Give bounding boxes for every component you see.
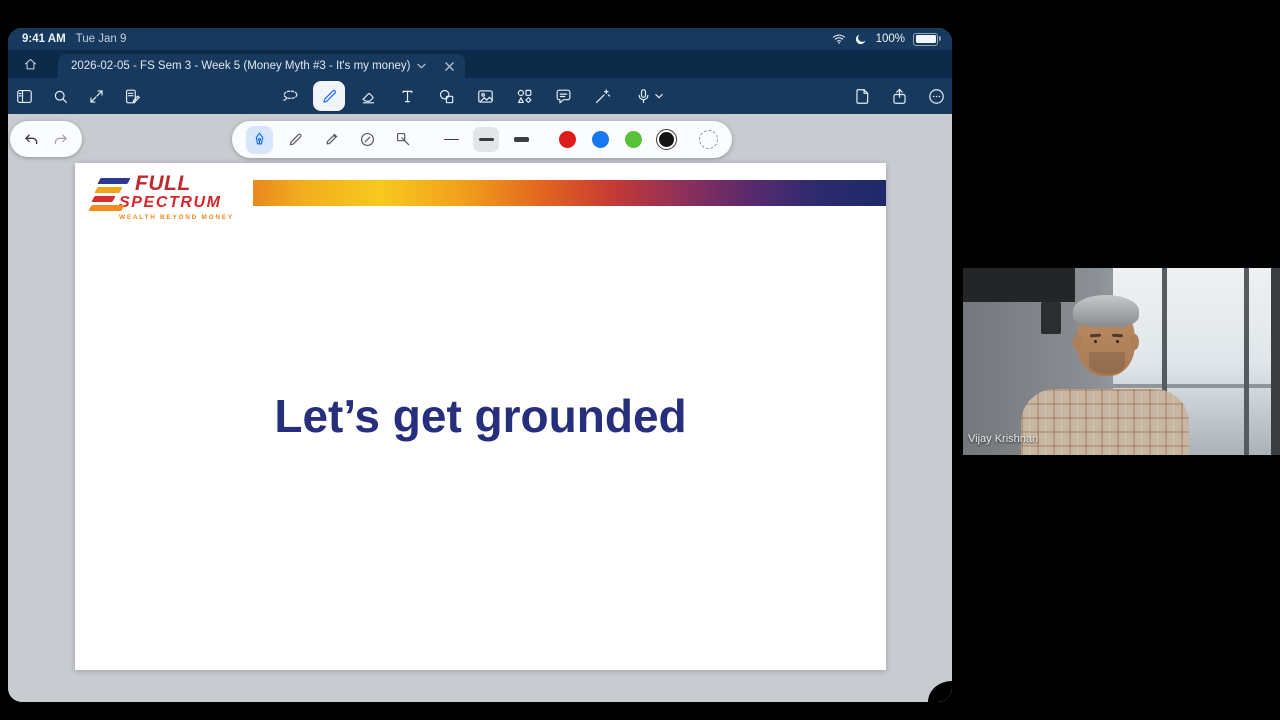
shape-pen-button[interactable] <box>354 126 381 154</box>
redo-button[interactable] <box>51 130 70 149</box>
lasso-tool[interactable] <box>274 81 306 111</box>
quick-note-icon[interactable] <box>118 82 146 110</box>
pointer-tool[interactable] <box>586 81 618 111</box>
participant-name-label: Vijay Krishnan <box>968 433 1039 445</box>
person-stubble <box>1089 352 1125 374</box>
more-icon[interactable] <box>922 82 950 110</box>
slide-page[interactable]: FULL SPECTRUM WEALTH BEYOND MONEY Let’s … <box>75 163 886 670</box>
brush-pen-button[interactable] <box>318 126 345 154</box>
image-tool[interactable] <box>469 81 501 111</box>
record-audio-button[interactable] <box>625 81 671 111</box>
logo-glyph-icon <box>88 178 133 212</box>
text-tool[interactable] <box>391 81 423 111</box>
color-blue-button[interactable] <box>588 128 612 152</box>
document-title: 2026-02-05 - FS Sem 3 - Week 5 (Money My… <box>71 60 411 72</box>
pen-style-toolbar <box>232 121 732 158</box>
expand-arrows-icon[interactable] <box>82 82 110 110</box>
window-rail <box>1113 384 1280 388</box>
pen-tool[interactable] <box>313 81 345 111</box>
ballpoint-pen-button[interactable] <box>282 126 309 154</box>
slide-title: Let’s get grounded <box>274 390 687 442</box>
color-black-button[interactable] <box>654 128 678 152</box>
undo-button[interactable] <box>22 130 41 149</box>
custom-color-button[interactable] <box>699 130 718 149</box>
wifi-icon <box>832 32 846 46</box>
chevron-down-icon <box>654 93 663 98</box>
fountain-pen-button[interactable] <box>246 125 273 154</box>
stroke-thin-button[interactable] <box>438 127 464 152</box>
chevron-down-icon[interactable] <box>417 63 427 70</box>
tab-close-icon[interactable] <box>445 61 455 71</box>
color-green-button[interactable] <box>621 128 645 152</box>
comment-tool[interactable] <box>547 81 579 111</box>
window-mullion <box>1244 268 1249 455</box>
tab-bar: 2026-02-05 - FS Sem 3 - Week 5 (Money My… <box>8 50 952 78</box>
document-tab[interactable]: 2026-02-05 - FS Sem 3 - Week 5 (Money My… <box>58 54 466 78</box>
fill-pen-button[interactable] <box>390 126 417 154</box>
speaker <box>1041 302 1061 334</box>
clock-time: 9:41 AM <box>22 33 66 45</box>
slide-banner-gradient <box>253 180 886 206</box>
page-curl[interactable] <box>928 681 952 702</box>
person-shirt <box>1021 389 1189 455</box>
shelf <box>963 268 1075 302</box>
home-button[interactable] <box>8 50 52 78</box>
sidebar-thumbnails-icon[interactable] <box>10 82 38 110</box>
shared-ipad-screen: 9:41 AM Tue Jan 9 100% 2026-02-05 - FS S… <box>8 28 952 702</box>
note-canvas[interactable]: FULL SPECTRUM WEALTH BEYOND MONEY Let’s … <box>8 114 952 702</box>
person-eye <box>1116 340 1119 343</box>
search-icon[interactable] <box>46 82 74 110</box>
add-page-icon[interactable] <box>848 82 876 110</box>
stroke-thick-button[interactable] <box>508 127 534 152</box>
elements-tool[interactable] <box>508 81 540 111</box>
undo-redo-toolbar <box>10 121 82 157</box>
shapes-tool[interactable] <box>430 81 462 111</box>
eraser-tool[interactable] <box>352 81 384 111</box>
color-red-button[interactable] <box>555 128 579 152</box>
person-hair <box>1073 295 1139 327</box>
battery-percent: 100% <box>875 33 905 45</box>
clock-date: Tue Jan 9 <box>75 33 127 45</box>
main-toolbar <box>8 78 952 114</box>
person-eye <box>1094 340 1097 343</box>
participant-video-tile[interactable]: Vijay Krishnan <box>963 268 1280 455</box>
full-spectrum-logo: FULL SPECTRUM WEALTH BEYOND MONEY <box>88 173 279 225</box>
share-icon[interactable] <box>885 82 913 110</box>
screen-root: 9:41 AM Tue Jan 9 100% 2026-02-05 - FS S… <box>0 0 1280 720</box>
status-bar: 9:41 AM Tue Jan 9 100% <box>8 28 952 50</box>
logo-tagline: WEALTH BEYOND MONEY <box>119 214 234 222</box>
window-curtain <box>1271 268 1280 455</box>
battery-icon <box>913 32 941 46</box>
moon-focus-icon <box>854 32 868 46</box>
stroke-medium-button[interactable] <box>473 127 499 152</box>
